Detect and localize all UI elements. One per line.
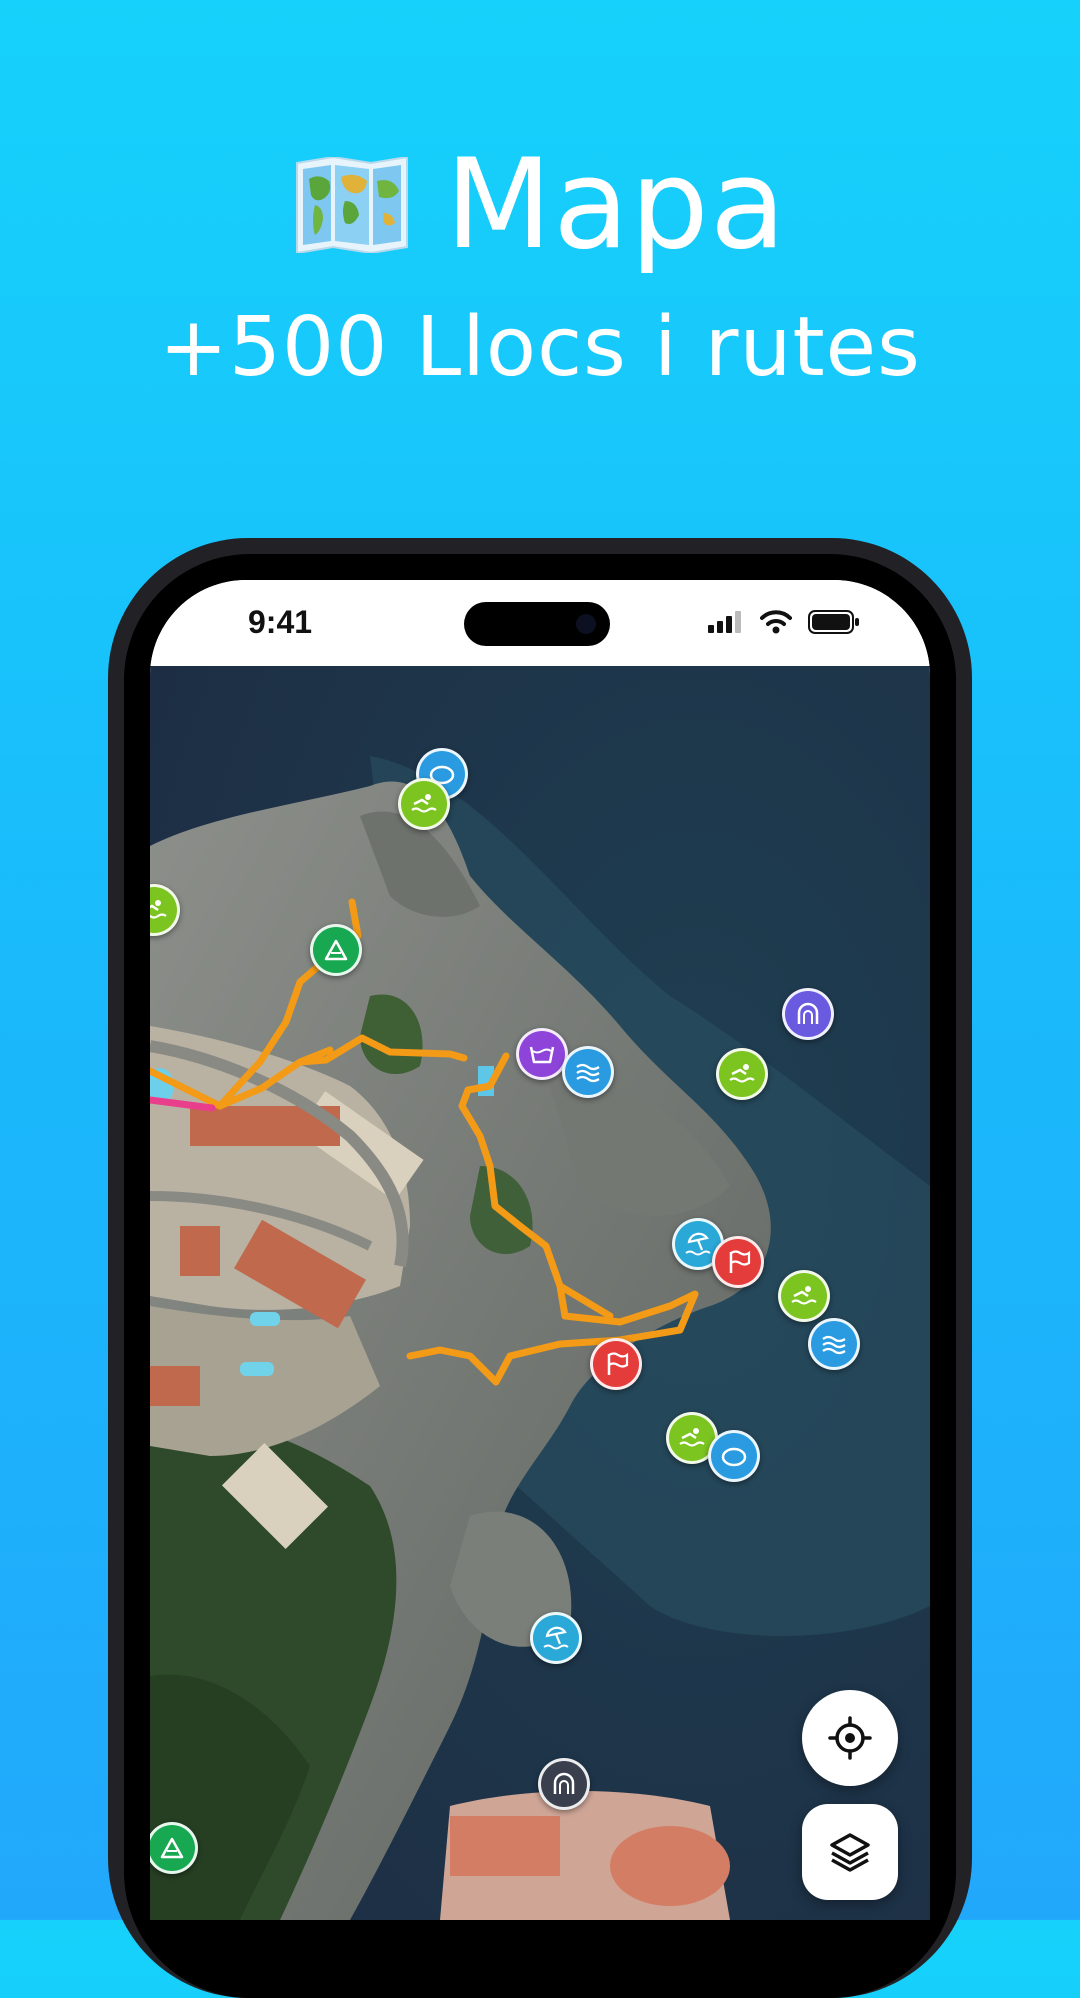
map-marker-swim[interactable] [716,1048,768,1100]
swim-icon [411,794,437,813]
washbasin-icon [529,1046,555,1064]
phone-screen: 9:41 [150,580,930,1920]
wifi-icon [760,610,792,634]
swim-icon [729,1064,755,1083]
arch-icon [553,1772,575,1794]
satellite-map[interactable] [150,666,930,1920]
beach-umbrella-icon [543,1626,569,1650]
cellular-signal-icon [708,611,741,633]
mountain-icon [160,1837,184,1859]
flag-icon [729,1250,751,1273]
layers-icon [830,1833,870,1872]
map-marker-flag[interactable] [712,1236,764,1288]
map-marker-flag[interactable] [590,1338,642,1390]
status-icons [708,610,860,634]
map-marker-swim[interactable] [778,1270,830,1322]
swim-icon [679,1428,705,1447]
flag-icon [607,1352,629,1375]
headline: Mapa [0,133,1080,277]
crosshair-icon [828,1716,872,1760]
map-marker-waves[interactable] [808,1318,860,1370]
swim-icon [150,900,167,919]
map-marker-cave[interactable] [708,1430,760,1482]
map-marker-summit[interactable] [310,924,362,976]
status-time: 9:41 [248,604,313,640]
map-marker-beach[interactable] [530,1612,582,1664]
map-marker-tunnel[interactable] [782,988,834,1040]
map-marker-waves[interactable] [562,1046,614,1098]
world-map-icon [293,155,411,255]
swim-icon [791,1286,817,1305]
mountain-icon [324,939,348,961]
map-marker-tunnel[interactable] [538,1758,590,1810]
map-marker-laundry[interactable] [516,1028,568,1080]
locate-me-button[interactable] [802,1690,898,1786]
waves-icon [822,1335,846,1355]
camera-icon [576,614,596,634]
arch-icon [797,1002,819,1024]
battery-icon [808,610,859,634]
map-marker-swim[interactable] [398,778,450,830]
beach-umbrella-icon [685,1232,711,1256]
status-bar: 9:41 [150,580,930,666]
page-subtitle: +500 Llocs i rutes [159,300,921,395]
dynamic-island [464,602,610,646]
page-title: Mapa [445,133,787,277]
cave-icon [721,1447,747,1467]
map-layers-button[interactable] [802,1804,898,1900]
waves-icon [576,1063,600,1083]
